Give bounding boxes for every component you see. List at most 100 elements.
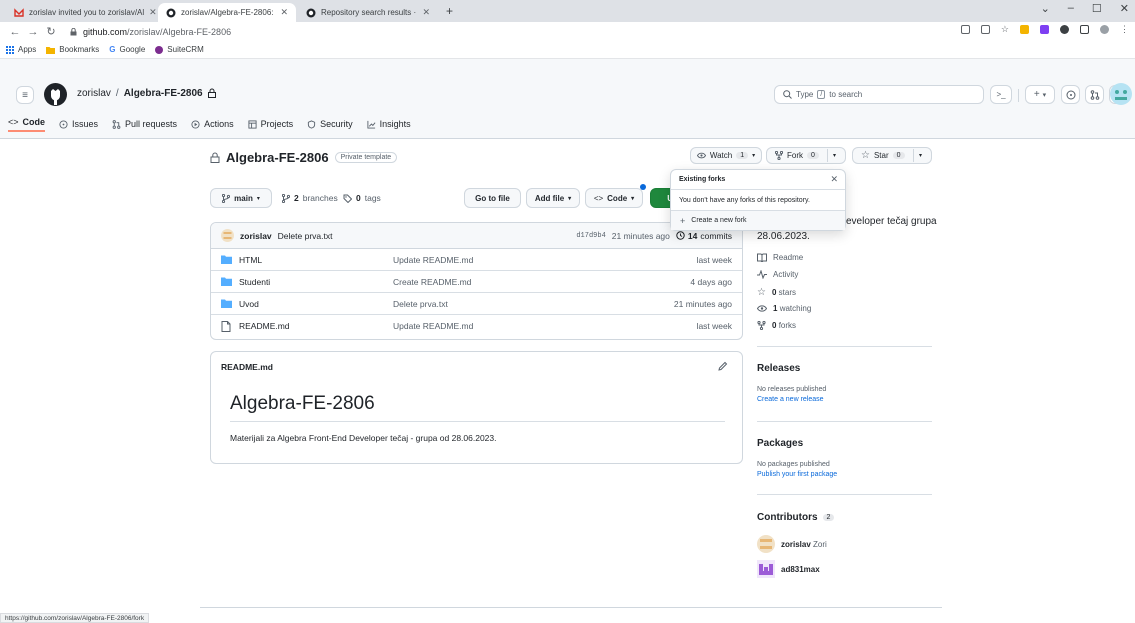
code-label: Code <box>607 193 628 203</box>
file-name[interactable]: HTML <box>239 255 262 265</box>
file-name[interactable]: README.md <box>239 321 290 331</box>
extensions-puzzle-icon[interactable] <box>1060 25 1069 34</box>
watching-link[interactable]: 1 watching <box>757 304 811 313</box>
bookmark-folder[interactable]: Bookmarks <box>46 45 99 54</box>
browser-tab-repo[interactable]: zorislav/Algebra-FE-2806: Algebr ✕ <box>158 3 296 22</box>
close-window-icon[interactable]: ✕ <box>1120 2 1129 15</box>
readme-link[interactable]: Readme <box>757 253 803 262</box>
forks-count: 0 <box>772 321 777 330</box>
packages-heading[interactable]: Packages <box>757 438 803 449</box>
user-avatar[interactable] <box>1110 83 1132 105</box>
extension-purple-icon[interactable] <box>1040 25 1049 34</box>
bookmark-apps[interactable]: Apps <box>6 45 36 54</box>
fork-button[interactable]: Fork 0 ▾ <box>766 147 846 164</box>
file-row[interactable]: README.md Update README.md last week <box>211 315 742 337</box>
chevron-down-icon[interactable]: ▾ <box>833 152 836 159</box>
owner-link[interactable]: zorislav <box>77 88 111 99</box>
create-fork-item[interactable]: + Create a new fork <box>671 211 845 230</box>
watch-button[interactable]: Watch 1 ▾ <box>690 147 762 164</box>
file-commit-message[interactable]: Delete prva.txt <box>393 299 448 309</box>
file-commit-message[interactable]: Create README.md <box>393 277 471 287</box>
sidebar-link-label: watching <box>779 304 812 313</box>
tab-actions[interactable]: Actions <box>191 116 234 132</box>
tab-security[interactable]: Security <box>307 116 353 132</box>
tab-projects[interactable]: Projects <box>248 116 293 132</box>
readme-title: Algebra-FE-2806 <box>230 393 375 414</box>
publish-package-link[interactable]: Publish your first package <box>757 471 837 478</box>
bookmark-suitecrm[interactable]: SuiteCRM <box>155 45 204 54</box>
file-name[interactable]: Studenti <box>239 277 270 287</box>
tab-search-icon[interactable]: ⌄ <box>1041 2 1050 15</box>
commits-link[interactable]: 14 commits <box>676 231 732 241</box>
command-palette-icon[interactable]: >_ <box>990 85 1012 104</box>
contributors-heading[interactable]: Contributors 2 <box>757 512 835 523</box>
create-release-link[interactable]: Create a new release <box>757 396 824 403</box>
tab-pull-requests[interactable]: Pull requests <box>112 116 177 132</box>
forward-icon[interactable]: → <box>24 26 42 38</box>
repo-link[interactable]: Algebra-FE-2806 <box>124 88 203 99</box>
repo-name[interactable]: Algebra-FE-2806 <box>226 150 329 165</box>
sidepanel-icon[interactable] <box>1080 25 1089 34</box>
branches-link[interactable]: 2 branches <box>282 193 338 203</box>
search-input[interactable]: Type / to search <box>774 85 984 104</box>
releases-heading[interactable]: Releases <box>757 363 800 374</box>
browser-tab-search[interactable]: Repository search results · GitHub ✕ <box>298 3 438 22</box>
minimize-icon[interactable]: – <box>1068 2 1074 15</box>
tab-code[interactable]: <> Code <box>8 116 46 132</box>
file-name[interactable]: Uvod <box>239 299 259 309</box>
commit-message[interactable]: Delete prva.txt <box>278 231 333 241</box>
github-logo-icon[interactable] <box>44 83 67 106</box>
new-tab-button[interactable]: + <box>446 4 453 18</box>
back-icon[interactable]: ← <box>6 26 24 38</box>
profile-icon[interactable] <box>1100 25 1109 34</box>
bookmark-star-icon[interactable]: ☆ <box>1001 25 1009 34</box>
play-circle-icon <box>191 119 200 129</box>
close-tab-icon[interactable]: ✕ <box>280 7 288 18</box>
install-icon[interactable] <box>960 25 970 34</box>
file-row[interactable]: Studenti Create README.md 4 days ago <box>211 271 742 293</box>
tab-insights[interactable]: Insights <box>367 116 411 132</box>
reload-icon[interactable]: ↻ <box>42 25 60 38</box>
stars-link[interactable]: ☆ 0 stars <box>757 287 796 298</box>
extension-yellow-icon[interactable] <box>1020 25 1029 34</box>
tab-title: zorislav/Algebra-FE-2806: Algebr <box>181 8 275 17</box>
pencil-icon[interactable] <box>718 361 728 371</box>
forks-link[interactable]: 0 forks <box>757 321 796 330</box>
branch-selector[interactable]: main ▾ <box>210 188 272 208</box>
author-avatar[interactable] <box>221 229 234 242</box>
pull-requests-button[interactable] <box>1085 85 1104 104</box>
footer-divider <box>200 607 942 608</box>
code-button[interactable]: <> Code ▾ <box>585 188 643 208</box>
file-commit-message[interactable]: Update README.md <box>393 255 473 265</box>
bookmark-google[interactable]: G Google <box>109 45 145 54</box>
tab-label: Code <box>22 117 46 127</box>
close-tab-icon[interactable]: ✕ <box>149 7 157 18</box>
activity-link[interactable]: Activity <box>757 270 798 279</box>
go-to-file-button[interactable]: Go to file <box>464 188 521 208</box>
commit-sha[interactable]: d17d9b4 <box>576 232 605 240</box>
address-bar[interactable]: github.com/zorislav/Algebra-FE-2806 <box>70 27 231 37</box>
search-shortcut-key: / <box>817 90 826 99</box>
create-fork-label: Create a new fork <box>691 217 747 224</box>
tags-link[interactable]: 0 tags <box>343 193 381 203</box>
close-icon[interactable]: ✕ <box>830 174 838 185</box>
add-file-button[interactable]: Add file ▾ <box>526 188 580 208</box>
close-tab-icon[interactable]: ✕ <box>422 7 430 18</box>
file-row[interactable]: Uvod Delete prva.txt 21 minutes ago <box>211 293 742 315</box>
maximize-icon[interactable]: ☐ <box>1092 2 1102 15</box>
issues-button[interactable] <box>1061 85 1080 104</box>
contributor-item[interactable]: ad831max <box>757 560 820 578</box>
menu-icon[interactable]: ⋮ <box>1120 25 1129 34</box>
commit-author[interactable]: zorislav <box>240 231 272 241</box>
file-row[interactable]: HTML Update README.md last week <box>211 249 742 271</box>
tab-issues[interactable]: Issues <box>59 116 98 132</box>
chevron-down-icon[interactable]: ▾ <box>919 152 922 159</box>
file-commit-message[interactable]: Update README.md <box>393 321 473 331</box>
share-icon[interactable] <box>980 25 990 34</box>
hamburger-menu-icon[interactable]: ≡ <box>16 86 34 104</box>
star-button[interactable]: ☆ Star 0 ▾ <box>852 147 932 164</box>
contributor-item[interactable]: zorislav Zori <box>757 535 827 553</box>
file-icon <box>221 320 231 332</box>
create-new-button[interactable]: + ▾ <box>1025 85 1055 104</box>
browser-tab-gmail[interactable]: zorislav invited you to zorislav/Al ✕ <box>6 3 157 22</box>
